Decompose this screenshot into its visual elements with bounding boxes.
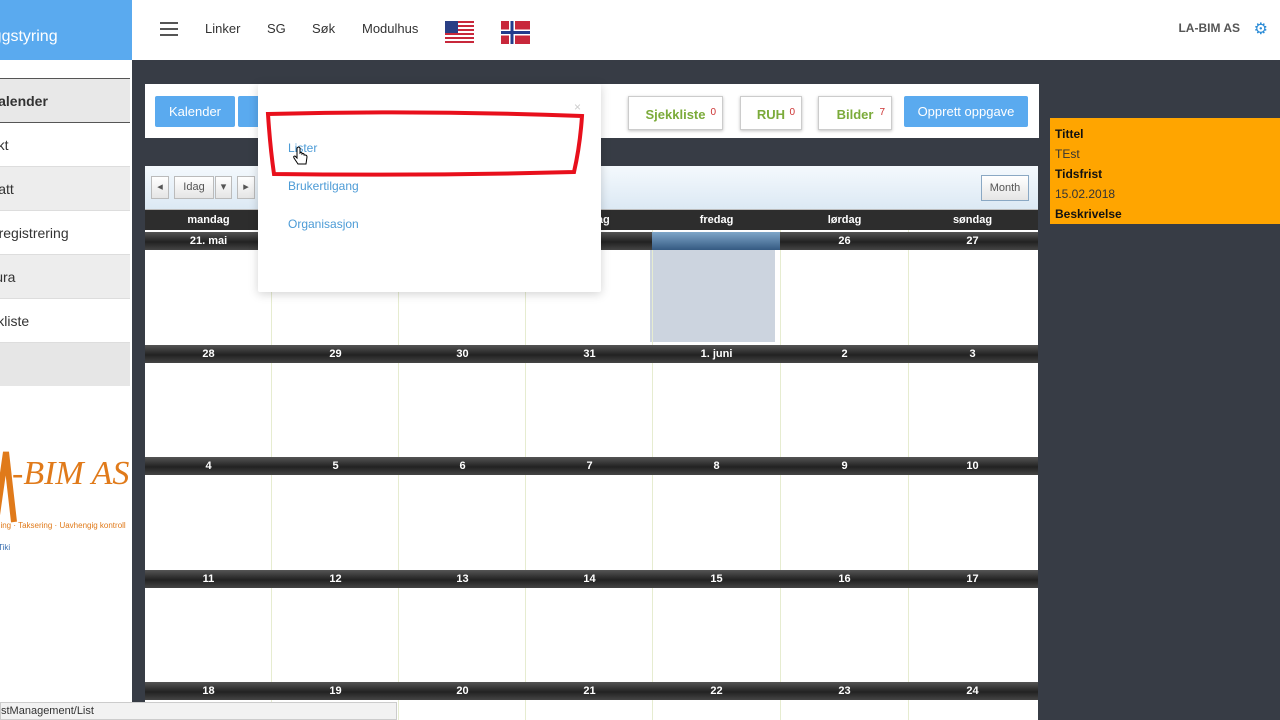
hamburger-icon[interactable] [160, 22, 178, 36]
date-label[interactable]: 4 [145, 460, 272, 472]
svg-text:-BIM AS: -BIM AS [12, 455, 129, 492]
tidsfrist-value: 15.02.2018 [1055, 187, 1116, 201]
date-label[interactable]: 29 [272, 348, 399, 360]
brand-title: Byggstyring [0, 28, 58, 45]
menu-item-organisasjon[interactable]: Organisasjon [288, 217, 359, 231]
date-label[interactable]: 14 [526, 573, 653, 585]
sidebar-item-faktura[interactable]: Faktura [0, 255, 130, 299]
us-flag-icon[interactable] [445, 21, 474, 44]
date-label[interactable]: 19 [272, 685, 399, 697]
tidsfrist-label: Tidsfrist [1055, 167, 1103, 181]
date-label[interactable]: 20 [399, 685, 526, 697]
sidebar-item-empty [0, 343, 130, 386]
link-modulhus[interactable]: Modulhus [362, 21, 418, 36]
top-bar: Linker SG Søk Modulhus LA-BIM AS ⚙ [132, 0, 1280, 60]
date-label[interactable]: 21 [526, 685, 653, 697]
weekday-label: søndag [952, 214, 993, 226]
weekday-label: lørdag [827, 214, 862, 226]
ruh-count: 0 [789, 107, 795, 118]
sidebar-nav: Kalender Prosjekt Statt Timeregistrering… [0, 78, 130, 386]
chevron-down-icon[interactable]: ▾ [215, 176, 232, 199]
week-row: 28 29 30 31 1. juni 2 3 [145, 344, 1038, 363]
sidebar-item-sjekkliste[interactable]: Sjekkliste [0, 299, 130, 343]
next-month-button[interactable]: ▸ [237, 176, 255, 199]
date-label[interactable]: 7 [526, 460, 653, 472]
date-label[interactable]: 21. mai [145, 235, 272, 247]
sjekkliste-count: 0 [710, 107, 716, 118]
status-url-bar: stManagement/List [0, 702, 397, 720]
sjekkliste-button[interactable]: Sjekkliste 0 [628, 96, 723, 130]
date-label[interactable]: 27 [909, 235, 1036, 247]
weekday-label: mandag [187, 214, 230, 226]
date-label[interactable]: 28 [145, 348, 272, 360]
date-label[interactable]: 12 [272, 573, 399, 585]
svg-text:ning · Taksering · Uavhengig k: ning · Taksering · Uavhengig kontroll [0, 521, 126, 530]
date-label[interactable]: 24 [909, 685, 1036, 697]
svg-text:Tiki: Tiki [0, 543, 10, 552]
date-label[interactable]: 5 [272, 460, 399, 472]
norway-flag-icon[interactable] [501, 21, 530, 44]
bilder-count: 7 [879, 107, 885, 118]
date-label[interactable]: 8 [653, 460, 780, 472]
kalender-button[interactable]: Kalender [155, 96, 235, 127]
opprett-oppgave-button[interactable]: Opprett oppgave [904, 96, 1028, 127]
date-label[interactable]: 22 [653, 685, 780, 697]
sidebar-item-prosjekt[interactable]: Prosjekt [0, 123, 130, 167]
link-sg[interactable]: SG [267, 21, 286, 36]
organization-name[interactable]: LA-BIM AS [1178, 21, 1240, 35]
today-cell-highlight[interactable] [650, 250, 775, 342]
beskrivelse-label: Beskrivelse [1055, 207, 1122, 221]
week-row: 18 19 20 21 22 23 24 [145, 682, 1038, 700]
date-label[interactable]: 26 [781, 235, 908, 247]
date-label[interactable]: 3 [909, 348, 1036, 360]
today-date-highlight [652, 232, 780, 250]
link-linker[interactable]: Linker [205, 21, 240, 36]
week-row: 11 12 13 14 15 16 17 [145, 569, 1038, 588]
gear-icon[interactable]: ⚙ [1254, 19, 1268, 39]
date-label[interactable]: 13 [399, 573, 526, 585]
week-row: 4 5 6 7 8 9 10 [145, 457, 1038, 475]
date-label[interactable]: 9 [781, 460, 908, 472]
date-label[interactable]: 11 [145, 573, 272, 585]
date-label[interactable]: 10 [909, 460, 1036, 472]
date-label[interactable]: 23 [781, 685, 908, 697]
date-label[interactable]: 6 [399, 460, 526, 472]
sidebar-item-timeregistrering[interactable]: Timeregistrering [0, 211, 130, 255]
brand-bar[interactable]: Byggstyring [0, 0, 132, 60]
task-detail-panel[interactable]: Tittel TEst Tidsfrist 15.02.2018 Beskriv… [1050, 118, 1280, 224]
tittel-value: TEst [1055, 147, 1080, 161]
month-view-button[interactable]: Month [981, 175, 1029, 201]
date-label[interactable]: 15 [653, 573, 780, 585]
annotation-highlight [265, 110, 585, 177]
bilder-button[interactable]: Bilder 7 [818, 96, 892, 130]
company-logo: -BIM AS ning · Taksering · Uavhengig kon… [0, 432, 132, 562]
date-label[interactable]: 18 [145, 685, 272, 697]
sidebar: Byggstyring Kalender Prosjekt Statt Time… [0, 0, 132, 720]
prev-month-button[interactable]: ◂ [151, 176, 169, 199]
date-label[interactable]: 17 [909, 573, 1036, 585]
hand-cursor-icon [293, 146, 308, 165]
today-button[interactable]: Idag [174, 176, 214, 199]
date-label[interactable]: 1. juni [653, 348, 780, 360]
date-label[interactable]: 31 [526, 348, 653, 360]
weekday-label: fredag [699, 214, 734, 226]
ruh-button[interactable]: RUH 0 [740, 96, 802, 130]
date-label[interactable]: 16 [781, 573, 908, 585]
date-label[interactable]: 30 [399, 348, 526, 360]
sidebar-item-statt[interactable]: Statt [0, 167, 130, 211]
sidebar-item-kalender[interactable]: Kalender [0, 79, 130, 123]
tittel-label: Tittel [1055, 127, 1084, 141]
link-sok[interactable]: Søk [312, 21, 335, 36]
date-label[interactable]: 2 [781, 348, 908, 360]
